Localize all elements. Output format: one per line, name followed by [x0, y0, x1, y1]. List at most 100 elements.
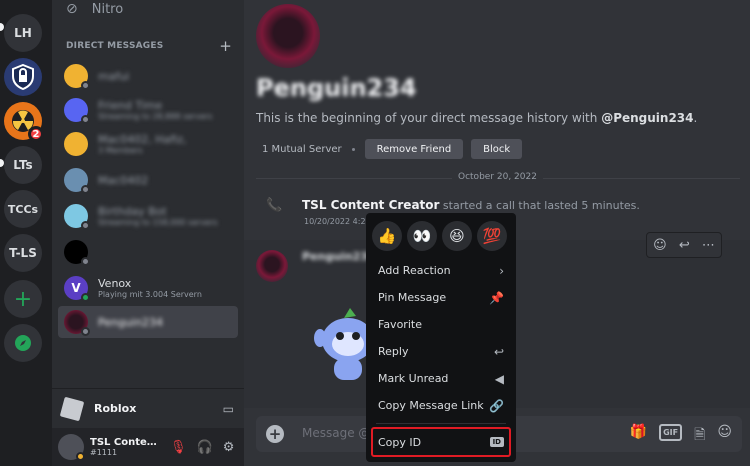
- user-avatar[interactable]: [58, 434, 85, 461]
- mutual-servers-link[interactable]: 1 Mutual Server: [262, 144, 342, 155]
- server-label: LH: [14, 26, 32, 40]
- beginning-label: This is the beginning of your direct mes…: [256, 111, 602, 125]
- message-context-menu: 👍 👀 😆 💯 Add Reaction › Pin Message 📌 Favor…: [366, 213, 516, 462]
- message-avatar[interactable]: [256, 250, 288, 282]
- sticker-icon[interactable]: 🗎: [694, 424, 705, 448]
- server-shield[interactable]: [4, 58, 42, 96]
- dm-item[interactable]: Friend Time Streaming to 28,888 servers: [58, 94, 238, 126]
- status-indicator: [81, 327, 90, 336]
- thumbs-up-reaction[interactable]: 👍: [372, 221, 402, 251]
- menu-item-label: Pin Message: [378, 291, 447, 304]
- dm-item[interactable]: mafui: [58, 60, 238, 92]
- screen-share-icon[interactable]: ▭: [223, 402, 234, 416]
- id-icon: ID: [489, 437, 504, 447]
- attach-plus-icon[interactable]: +: [266, 425, 284, 443]
- compass-icon: [15, 335, 31, 351]
- menu-item-add-reaction[interactable]: Add Reaction ›: [372, 257, 510, 284]
- status-indicator: [81, 115, 90, 124]
- explore-servers-button[interactable]: [4, 324, 42, 362]
- dm-item[interactable]: Mac0402, Hafiz, 3 Members: [58, 128, 238, 160]
- dm-sidebar: ⊘ Nitro DIRECT MESSAGES + mafui Friend T…: [52, 0, 244, 466]
- avatar: [64, 98, 90, 124]
- dm-header-label: DIRECT MESSAGES: [66, 41, 164, 51]
- menu-item-reply[interactable]: Reply ↩: [372, 338, 510, 365]
- menu-item-label: Favorite: [378, 318, 422, 331]
- menu-item-label: Copy ID: [378, 435, 422, 449]
- nitro-link[interactable]: ⊘ Nitro: [66, 0, 123, 18]
- dm-item-penguin234[interactable]: Penguin234: [58, 306, 238, 338]
- more-options-icon[interactable]: ⋯: [702, 238, 715, 253]
- server-lh[interactable]: LH: [4, 14, 42, 52]
- status-indicator: [81, 81, 90, 90]
- headphones-icon[interactable]: 🎧: [197, 440, 213, 455]
- beginning-username: @Penguin234: [601, 111, 694, 125]
- avatar: [64, 240, 90, 266]
- create-dm-icon[interactable]: +: [219, 37, 232, 55]
- gear-icon[interactable]: ⚙: [223, 440, 235, 455]
- date-divider-label: October 20, 2022: [452, 172, 543, 182]
- add-reaction-icon[interactable]: ☺: [653, 238, 667, 253]
- call-author[interactable]: TSL Content Creator: [302, 198, 439, 212]
- block-button[interactable]: Block: [471, 139, 523, 159]
- composer-placeholder: Message @: [302, 426, 371, 440]
- avatar: [64, 132, 88, 156]
- avatar: [64, 168, 90, 194]
- nitro-label: Nitro: [91, 1, 124, 17]
- dm-item[interactable]: [58, 236, 238, 268]
- separator-dot: [351, 147, 355, 151]
- profile-name: Penguin234: [256, 74, 417, 102]
- add-server-button[interactable]: +: [4, 280, 42, 318]
- gift-icon[interactable]: 🎁: [630, 424, 647, 448]
- dm-item[interactable]: Birthday Bot Streaming to 158,000 servers: [58, 200, 238, 232]
- user-panel: TSL Content Creator #1111 🎙 🎧 ⚙: [52, 428, 244, 466]
- menu-item-label: Add Reaction: [378, 264, 451, 277]
- server-label: TCCs: [7, 202, 39, 216]
- dm-subtext: Streaming to 28,888 servers: [98, 112, 213, 121]
- dm-name: Mac0402, Hafiz,: [98, 133, 187, 146]
- dm-name: Birthday Bot: [98, 205, 167, 218]
- menu-item-label: Mark Unread: [378, 372, 449, 385]
- menu-item-copy-message-link[interactable]: Copy Message Link 🔗: [372, 392, 510, 419]
- call-system-message: TSL Content Creator started a call that …: [302, 198, 640, 212]
- call-timestamp: 10/20/2022 4:2: [304, 217, 366, 226]
- menu-item-mark-unread[interactable]: Mark Unread ◀: [372, 365, 510, 392]
- menu-item-pin-message[interactable]: Pin Message 📌: [372, 284, 510, 311]
- server-tccs[interactable]: TCCs: [4, 190, 42, 228]
- menu-separator: [376, 423, 506, 424]
- dm-name: mafui: [98, 69, 130, 83]
- status-indicator: [76, 452, 85, 461]
- mark-unread-icon: ◀: [494, 371, 504, 386]
- emoji-icon[interactable]: ☺: [717, 424, 732, 448]
- mute-mic-icon[interactable]: 🎙: [170, 440, 187, 455]
- link-icon: 🔗: [489, 398, 504, 413]
- dm-item-venox[interactable]: V Venox Playing mit 3.004 Servern: [58, 272, 238, 304]
- roblox-icon: [59, 396, 85, 421]
- avatar: [64, 204, 90, 230]
- dm-name: Venox: [98, 277, 132, 290]
- dm-item[interactable]: Mac0402: [58, 164, 238, 196]
- dm-header: DIRECT MESSAGES +: [66, 37, 232, 55]
- menu-item-favorite[interactable]: Favorite: [372, 311, 510, 338]
- menu-item-copy-id[interactable]: Copy ID ID: [371, 427, 511, 457]
- profile-actions: 1 Mutual Server Remove Friend Block: [262, 139, 530, 159]
- beginning-period: .: [693, 111, 698, 125]
- hundred-reaction[interactable]: 💯: [477, 221, 507, 251]
- server-lts[interactable]: LTs: [4, 146, 42, 184]
- server-tls[interactable]: T-LS: [4, 234, 42, 272]
- dm-beginning-text: This is the beginning of your direct mes…: [256, 111, 697, 125]
- reply-icon[interactable]: ↩: [679, 238, 690, 253]
- activity-panel[interactable]: Roblox ▭: [52, 388, 244, 428]
- dm-subtext: Playing mit 3.004 Servern: [98, 290, 202, 299]
- laughing-reaction[interactable]: 😆: [442, 221, 472, 251]
- gif-icon[interactable]: GIF: [659, 424, 683, 441]
- remove-friend-button[interactable]: Remove Friend: [364, 139, 464, 159]
- eyes-reaction[interactable]: 👀: [407, 221, 437, 251]
- shield-icon: [12, 64, 34, 90]
- nitro-icon: ⊘: [66, 1, 78, 17]
- pin-icon: 📌: [489, 290, 504, 305]
- message-author[interactable]: Penguin234: [302, 250, 376, 263]
- menu-item-label: Reply: [378, 345, 409, 358]
- call-text: started a call that lasted 5 minutes.: [439, 199, 640, 212]
- status-indicator: [81, 221, 90, 230]
- dm-name: Friend Time: [98, 99, 163, 112]
